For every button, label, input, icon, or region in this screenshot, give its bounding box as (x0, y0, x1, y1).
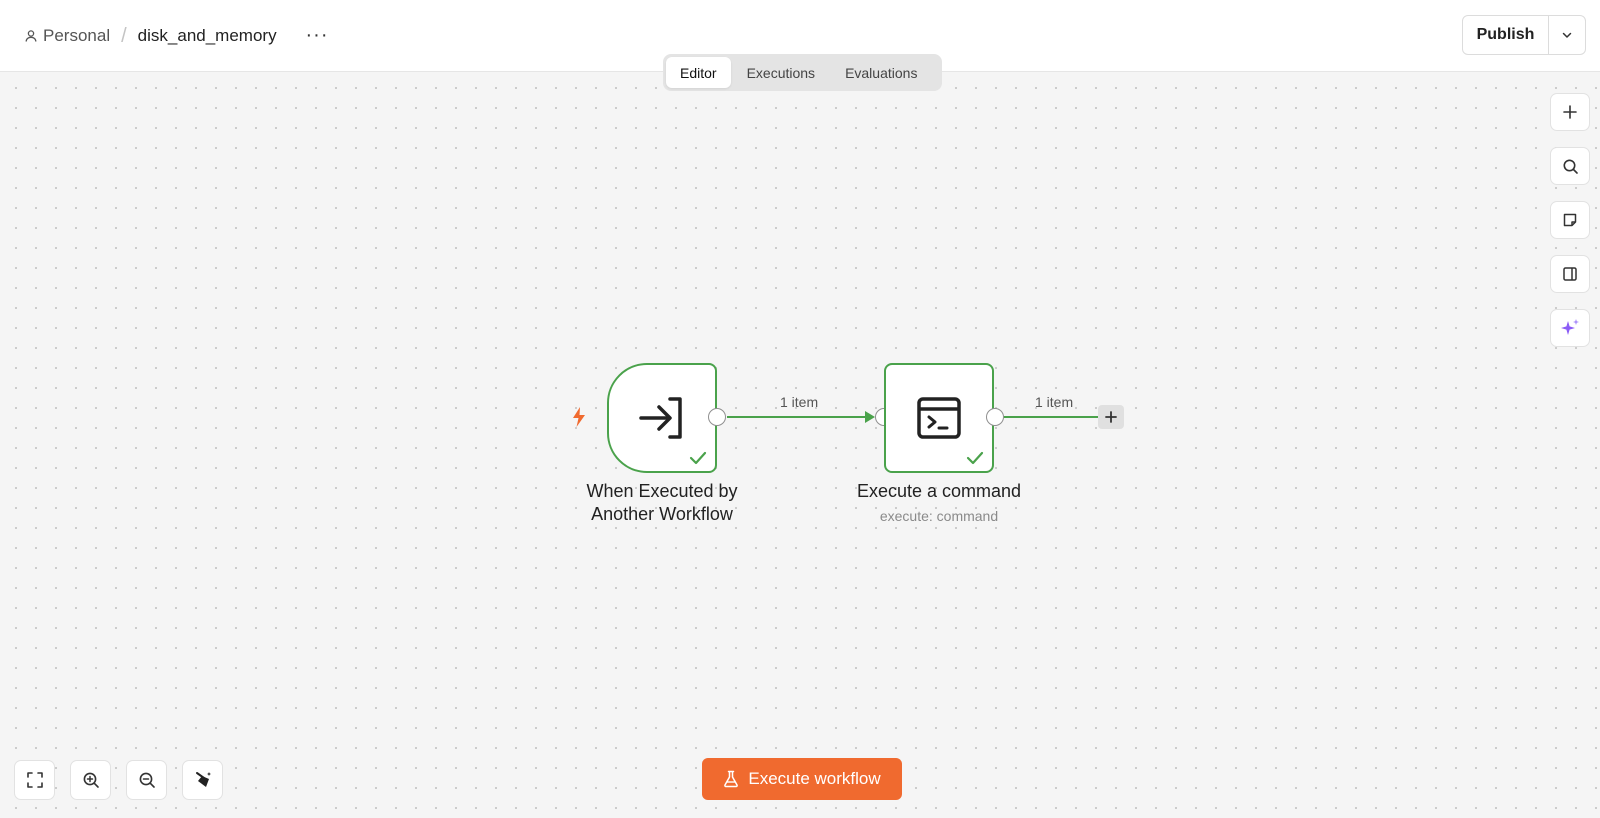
node-2-title: Execute a command (856, 481, 1022, 501)
flask-icon (723, 770, 739, 788)
zoom-out-icon (138, 771, 156, 789)
plus-icon (1562, 104, 1578, 120)
ai-assistant-button[interactable] (1550, 309, 1590, 347)
node-1-title-line1: When Executed by (586, 481, 738, 501)
ai-sparkle-icon (1559, 317, 1581, 339)
connection-arrow-1 (865, 411, 875, 423)
execute-workflow-label: Execute workflow (748, 769, 881, 788)
fit-view-button[interactable] (14, 760, 55, 800)
trigger-bolt-icon (570, 406, 588, 428)
terminal-icon (916, 396, 962, 440)
connection-1-label: 1 item (780, 394, 819, 410)
node-1-title-line2: Another Workflow (591, 504, 733, 524)
add-node-button[interactable] (1550, 93, 1590, 131)
search-icon (1562, 158, 1579, 175)
canvas-side-toolbar (1550, 93, 1590, 347)
panel-icon (1562, 266, 1578, 282)
zoom-in-button[interactable] (70, 760, 111, 800)
clean-up-icon (193, 770, 213, 790)
execute-workflow-button[interactable]: Execute workflow (702, 758, 902, 800)
search-button[interactable] (1550, 147, 1590, 185)
add-sticky-note-button[interactable] (1550, 201, 1590, 239)
connection-2-label: 1 item (1035, 394, 1074, 410)
plus-icon (1105, 411, 1117, 423)
success-check-icon (689, 451, 707, 465)
zoom-in-icon (82, 771, 100, 789)
node-execute-command[interactable] (884, 363, 994, 473)
toggle-panel-button[interactable] (1550, 255, 1590, 293)
node-execute-workflow-trigger[interactable] (607, 363, 717, 473)
node-1-title: When Executed by Another Workflow (552, 480, 772, 526)
zoom-toolbar (14, 760, 223, 800)
node-2-subtitle: execute: command (879, 508, 999, 524)
clean-up-button[interactable] (182, 760, 223, 800)
sticky-note-icon (1562, 212, 1578, 228)
zoom-out-button[interactable] (126, 760, 167, 800)
fit-view-icon (26, 771, 44, 789)
add-next-node-button[interactable] (1098, 405, 1124, 429)
node-2-output-handle[interactable] (986, 408, 1004, 426)
sign-in-arrow-icon (638, 396, 686, 440)
success-check-icon (966, 451, 984, 465)
node-1-output-handle[interactable] (708, 408, 726, 426)
